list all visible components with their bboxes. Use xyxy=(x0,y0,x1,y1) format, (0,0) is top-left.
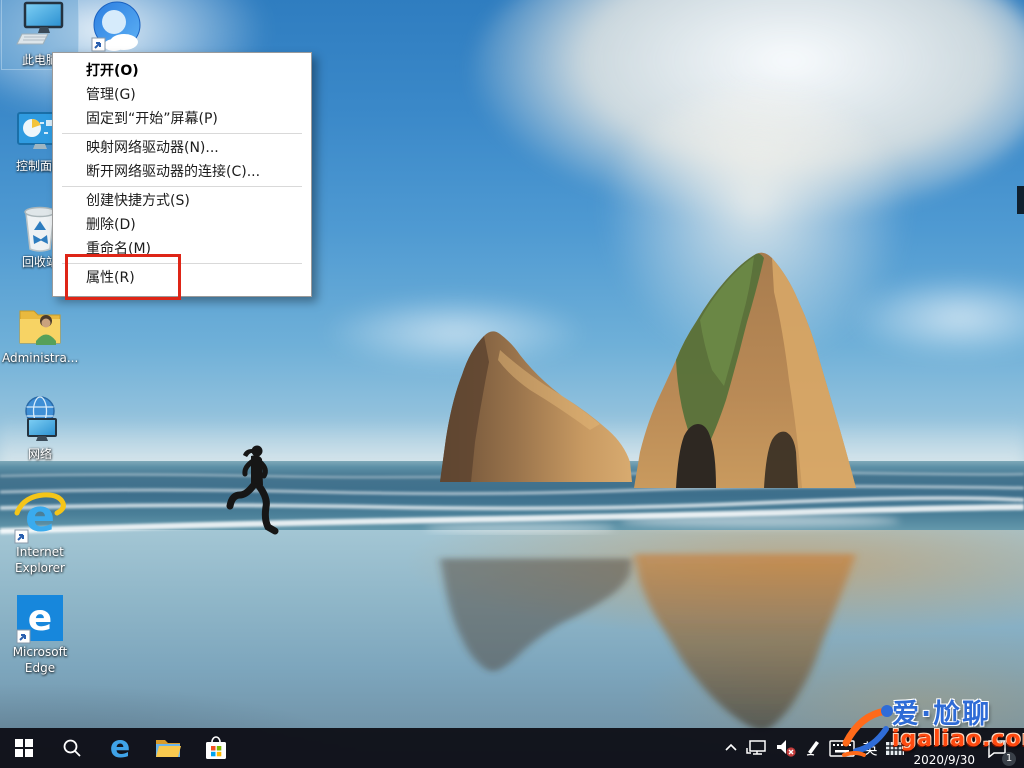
watermark-text: 爱·尬聊 igaliao.com xyxy=(892,701,1022,752)
tray-show-hidden-icons[interactable] xyxy=(723,728,739,768)
icon-label: 网络 xyxy=(2,447,78,463)
runner-silhouette xyxy=(230,446,275,532)
chevron-up-icon xyxy=(723,740,739,756)
icon-label: Internet Explorer xyxy=(2,545,78,576)
menu-item-map-network-drive[interactable]: 映射网络驱动器(N)... xyxy=(53,136,311,160)
svg-text:e: e xyxy=(28,598,52,639)
watermark-logo-icon xyxy=(840,699,898,761)
user-folder-icon xyxy=(2,298,78,350)
menu-item-pin-to-start[interactable]: 固定到“开始”屏幕(P) xyxy=(53,107,311,131)
file-explorer-button[interactable] xyxy=(144,728,192,768)
menu-item-create-shortcut[interactable]: 创建快捷方式(S) xyxy=(53,189,311,213)
pen-icon xyxy=(804,739,822,757)
desktop-icon-microsoft-edge[interactable]: e Microsoft Edge xyxy=(2,592,78,676)
desktop-icon-network[interactable]: 网络 xyxy=(2,394,78,463)
date-text: 2020/9/30 xyxy=(913,753,975,767)
properties-highlight-box xyxy=(65,254,181,300)
right-edge-artifact xyxy=(1017,186,1024,214)
search-icon xyxy=(62,738,82,758)
windows-desktop: 此电脑 xyxy=(0,0,1024,768)
microsoft-store-button[interactable] xyxy=(192,728,240,768)
desktop-icon-admin-folder[interactable]: Administra... xyxy=(2,298,78,367)
tray-network[interactable] xyxy=(746,728,768,768)
menu-item-open[interactable]: 打开(O) xyxy=(53,59,311,83)
menu-separator xyxy=(62,133,302,134)
microsoft-store-icon xyxy=(203,734,229,762)
icon-label: Microsoft Edge xyxy=(2,645,78,676)
ethernet-icon xyxy=(746,739,768,757)
speaker-muted-icon xyxy=(775,738,797,758)
microsoft-edge-icon: e xyxy=(2,592,78,644)
menu-item-manage[interactable]: 管理(G) xyxy=(53,83,311,107)
watermark-site: igaliao.com xyxy=(892,727,1022,752)
desktop-icon-cloud-browser[interactable] xyxy=(78,0,154,52)
internet-explorer-icon: e xyxy=(2,492,78,544)
arch-rock xyxy=(634,253,856,488)
left-rock xyxy=(440,331,632,482)
cloud-browser-icon xyxy=(78,0,154,52)
site-watermark: 爱·尬聊 igaliao.com xyxy=(852,701,1022,752)
menu-separator xyxy=(62,186,302,187)
tray-windows-ink[interactable] xyxy=(804,728,822,768)
this-pc-icon xyxy=(2,0,78,52)
tray-volume-muted[interactable] xyxy=(775,728,797,768)
desktop-icon-internet-explorer[interactable]: e Internet Explorer xyxy=(2,492,78,576)
edge-icon: e xyxy=(110,733,130,763)
start-button[interactable] xyxy=(0,728,48,768)
windows-logo-icon xyxy=(15,739,33,757)
file-explorer-icon xyxy=(154,736,182,760)
menu-item-delete[interactable]: 删除(D) xyxy=(53,213,311,237)
watermark-title: 爱·尬聊 xyxy=(892,701,1022,729)
notification-badge: 1 xyxy=(1002,752,1016,766)
menu-item-disconnect-network-drive[interactable]: 断开网络驱动器的连接(C)... xyxy=(53,160,311,184)
icon-label: Administra... xyxy=(2,351,78,367)
rock-reflections xyxy=(440,554,856,731)
network-icon xyxy=(2,394,78,446)
search-button[interactable] xyxy=(48,728,96,768)
taskbar-edge-button[interactable]: e xyxy=(96,728,144,768)
